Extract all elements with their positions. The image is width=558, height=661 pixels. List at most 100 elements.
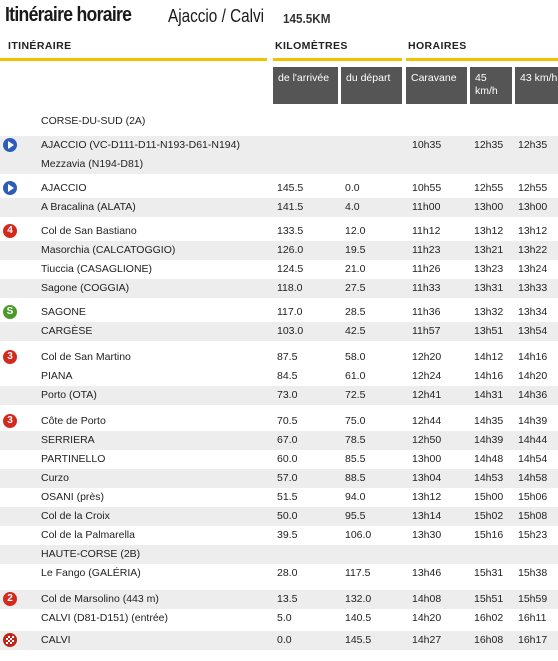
caravan-time: 11h33 xyxy=(412,282,441,294)
km-from-start: 4.0 xyxy=(345,201,360,213)
km-to-arrival: 5.0 xyxy=(277,612,292,624)
km-to-arrival: 0.0 xyxy=(277,634,292,646)
km-to-arrival: 70.5 xyxy=(277,415,298,427)
caravan-time: 11h26 xyxy=(412,263,441,275)
sprint-icon: S xyxy=(3,305,17,319)
time-43kmh: 15h38 xyxy=(518,567,548,579)
km-from-start: 27.5 xyxy=(345,282,366,294)
time-45kmh: 13h21 xyxy=(474,244,504,256)
table-row: Côte de Porto 70.5 75.0 12h44 14h35 14h39 3 xyxy=(0,412,558,431)
stage-name: PIANA xyxy=(41,370,73,382)
caravan-time: 12h41 xyxy=(412,389,442,401)
km-from-start: 0.0 xyxy=(345,182,360,194)
time-43kmh: 16h17 xyxy=(518,634,548,646)
time-45kmh: 12h35 xyxy=(474,139,504,151)
km-from-start: 72.5 xyxy=(345,389,366,401)
km-to-arrival: 67.0 xyxy=(277,434,298,446)
time-43kmh: 14h58 xyxy=(518,472,548,484)
km-to-arrival: 145.5 xyxy=(277,182,304,194)
section-kilometres: KILOMÈTRES xyxy=(275,40,348,52)
divider-kilometres xyxy=(273,58,402,61)
km-to-arrival: 124.5 xyxy=(277,263,304,275)
table-row: A Bracalina (ALATA) 141.5 4.0 11h00 13h00 13h… xyxy=(0,198,558,217)
km-to-arrival: 13.5 xyxy=(277,593,298,605)
col-header-45kmh: 45 km/h xyxy=(470,67,512,104)
table-row: Le Fango (GALÉRIA) 28.0 117.5 13h46 15h31 15h… xyxy=(0,564,558,583)
stage-name: Col de la Palmarella xyxy=(41,529,135,541)
km-from-start: 75.0 xyxy=(345,415,366,427)
time-45kmh: 14h31 xyxy=(474,389,504,401)
km-to-arrival: 126.0 xyxy=(277,244,304,256)
stage-name: Curzo xyxy=(41,472,70,484)
time-43kmh: 15h59 xyxy=(518,593,548,605)
time-43kmh: 14h36 xyxy=(518,389,548,401)
caravan-time: 13h12 xyxy=(412,491,442,503)
time-45kmh: 13h00 xyxy=(474,201,504,213)
table-row: CALVI 0.0 145.5 14h27 16h08 16h17 xyxy=(0,631,558,650)
stage-name: CORSE-DU-SUD (2A) xyxy=(41,115,146,127)
time-45kmh: 15h31 xyxy=(474,567,504,579)
table-row: PARTINELLO 60.0 85.5 13h00 14h48 14h54 xyxy=(0,450,558,469)
stage-name: CALVI xyxy=(41,634,71,646)
stage-name: Le Fango (GALÉRIA) xyxy=(41,567,141,579)
caravan-time: 12h44 xyxy=(412,415,442,427)
time-43kmh: 14h54 xyxy=(518,453,548,465)
caravan-time: 13h00 xyxy=(412,453,442,465)
time-43kmh: 15h08 xyxy=(518,510,548,522)
km-to-arrival: 73.0 xyxy=(277,389,298,401)
time-45kmh: 15h16 xyxy=(474,529,504,541)
climb-category-icon: 3 xyxy=(3,414,17,428)
time-43kmh: 12h35 xyxy=(518,139,548,151)
time-45kmh: 15h51 xyxy=(474,593,504,605)
table-row: AJACCIO 145.5 0.0 10h55 12h55 12h55 xyxy=(0,179,558,198)
divider-itinerary xyxy=(0,58,267,61)
col-header-departure: du départ xyxy=(341,67,402,104)
caravan-time: 13h14 xyxy=(412,510,442,522)
caravan-time: 14h08 xyxy=(412,593,442,605)
caravan-time: 11h23 xyxy=(412,244,441,256)
time-43kmh: 13h24 xyxy=(518,263,548,275)
km-from-start: 19.5 xyxy=(345,244,366,256)
km-from-start: 88.5 xyxy=(345,472,366,484)
stage-name: Col de San Martino xyxy=(41,351,131,363)
km-to-arrival: 133.5 xyxy=(277,225,304,237)
section-horaires: HORAIRES xyxy=(408,40,467,52)
time-43kmh: 14h39 xyxy=(518,415,548,427)
caravan-time: 13h46 xyxy=(412,567,442,579)
km-from-start: 12.0 xyxy=(345,225,366,237)
km-from-start: 85.5 xyxy=(345,453,366,465)
table-row: Tiuccia (CASAGLIONE) 124.5 21.0 11h26 13h23 1… xyxy=(0,260,558,279)
caravan-time: 13h30 xyxy=(412,529,442,541)
km-from-start: 95.5 xyxy=(345,510,366,522)
caravan-time: 10h35 xyxy=(412,139,442,151)
time-43kmh: 14h44 xyxy=(518,434,548,446)
time-45kmh: 14h12 xyxy=(474,351,504,363)
stage-name: Mezzavia (N194-D81) xyxy=(41,158,144,170)
km-from-start: 106.0 xyxy=(345,529,372,541)
caravan-time: 11h12 xyxy=(412,225,441,237)
km-from-start: 21.0 xyxy=(345,263,366,275)
route-title: Ajaccio / Calvi xyxy=(168,6,265,26)
time-45kmh: 13h51 xyxy=(474,325,504,337)
caravan-time: 14h27 xyxy=(412,634,442,646)
table-row: Masorchia (CALCATOGGIO) 126.0 19.5 11h23 13h… xyxy=(0,241,558,260)
km-from-start: 42.5 xyxy=(345,325,366,337)
table-row: HAUTE-CORSE (2B) xyxy=(0,545,558,564)
climb-category-icon: 3 xyxy=(3,350,17,364)
stage-name: Col de la Croix xyxy=(41,510,110,522)
stage-name: OSANI (près) xyxy=(41,491,105,503)
km-from-start: 132.0 xyxy=(345,593,372,605)
time-43kmh: 13h00 xyxy=(518,201,548,213)
stage-name: CALVI (D81-D151) (entrée) xyxy=(41,612,169,624)
col-header-caravan: Caravane xyxy=(406,67,467,104)
stage-name: SAGONE xyxy=(41,306,86,318)
time-45kmh: 15h02 xyxy=(474,510,504,522)
km-to-arrival: 39.5 xyxy=(277,529,298,541)
caravan-time: 11h57 xyxy=(412,325,441,337)
km-to-arrival: 118.0 xyxy=(277,282,303,294)
caravan-time: 10h55 xyxy=(412,182,442,194)
time-45kmh: 14h35 xyxy=(474,415,504,427)
table-row: Curzo 57.0 88.5 13h04 14h53 14h58 xyxy=(0,469,558,488)
time-45kmh: 14h53 xyxy=(474,472,504,484)
caravan-time: 11h36 xyxy=(412,306,441,318)
